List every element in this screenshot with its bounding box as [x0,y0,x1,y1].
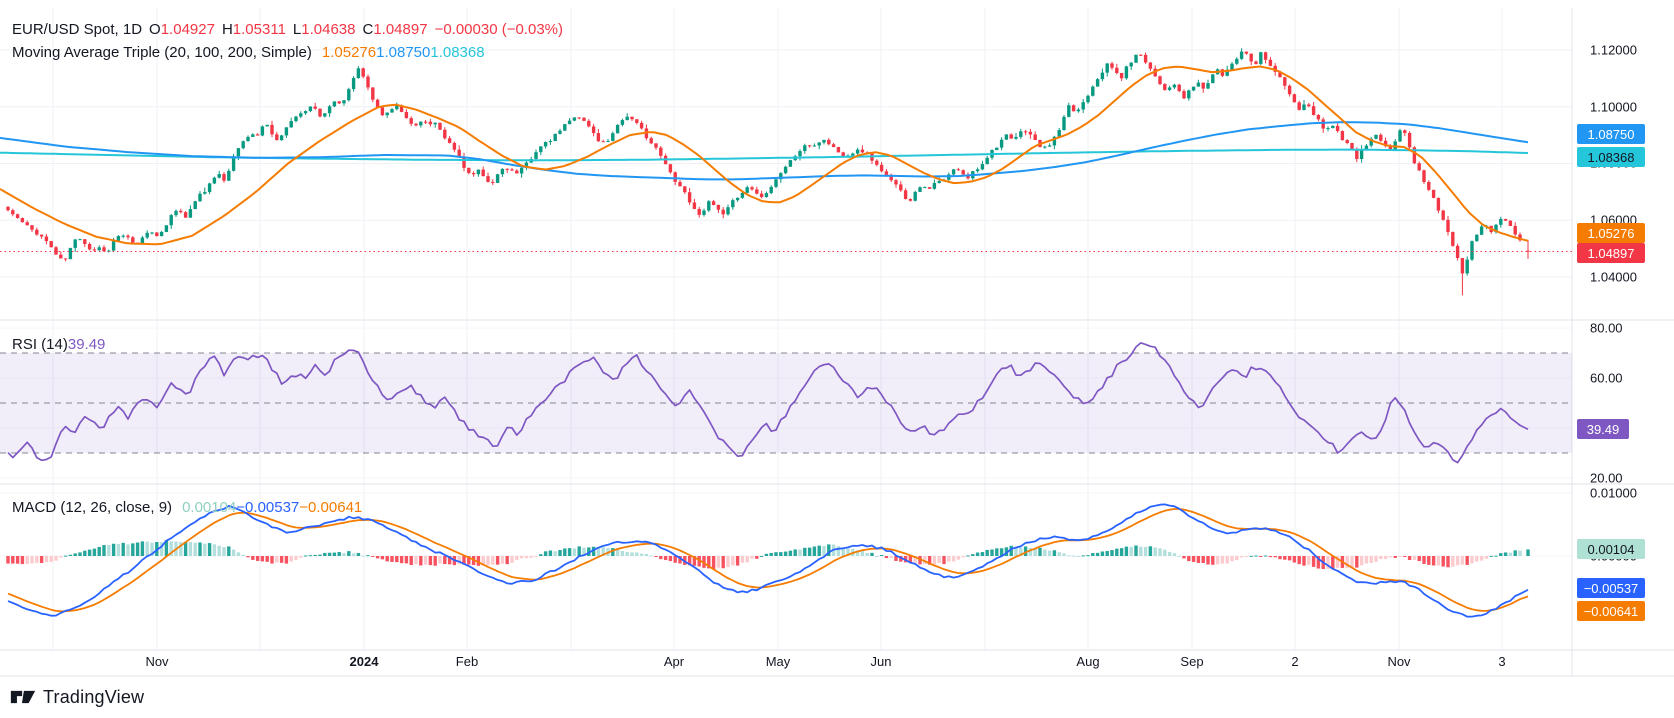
macd-badge: −0.00641 [1577,601,1645,621]
tradingview-logo-text: TradingView [43,686,145,707]
chart-canvas[interactable] [0,0,1674,718]
low-label: L1.04638 [292,21,356,38]
symbol-legend-row: EUR/USD Spot, 1D O1.04927 H1.05311 L1.04… [12,21,563,38]
close-label: C1.04897 [362,21,428,38]
macd-legend-row[interactable]: MACD (12, 26, close, 9) 0.00104 −0.00537… [12,499,362,516]
tradingview-chart-window: EUR/USD Spot, 1D O1.04927 H1.05311 L1.04… [0,0,1674,718]
price-tick: 1.12000 [1590,42,1637,58]
macd-line-value: −0.00537 [236,499,300,516]
time-axis-label: 2 [1291,654,1299,669]
macd-tick: 0.01000 [1590,485,1637,501]
low-value: 1.04638 [301,21,356,38]
tradingview-logo-icon [10,690,36,704]
sma100-value: 1.08750 [376,44,431,61]
rsi-tick: 60.00 [1590,370,1623,386]
time-axis-label: May [765,654,791,669]
time-axis-label: Sep [1180,654,1204,669]
price-badge: 1.08368 [1577,147,1645,167]
macd-signal-value: −0.00641 [299,499,363,516]
macd-hist-value: 0.00104 [182,499,237,516]
macd-badge: 0.00104 [1577,539,1645,559]
price-badge: 1.05276 [1577,223,1645,243]
time-axis-label: Nov [145,654,169,669]
time-axis-label: Feb [455,654,479,669]
price-badge: 1.04897 [1577,243,1645,263]
time-axis-label: 2024 [349,654,379,669]
sma20-value: 1.05276 [321,44,377,61]
rsi-badge: 39.49 [1577,419,1629,439]
rsi-tick: 20.00 [1590,470,1623,486]
time-axis-label: Jun [870,654,892,669]
sma20-line [0,65,1529,246]
macd-indicator-label: MACD (12, 26, close, 9) [12,499,173,516]
macd-badge: −0.00537 [1577,578,1645,598]
ma-indicator-label: Moving Average Triple (20, 100, 200, Sim… [12,44,312,61]
rsi-value: 39.49 [67,336,106,353]
time-axis-label: 3 [1498,654,1506,669]
price-tick: 1.04000 [1590,269,1637,285]
change-value: −0.00030 (−0.03%) [434,21,563,38]
rsi-legend-row[interactable]: RSI (14) 39.49 [12,336,105,353]
time-axis-label: Aug [1076,654,1100,669]
price-badge: 1.08750 [1577,124,1645,144]
tradingview-logo-link[interactable]: TradingView [10,686,144,708]
price-tick: 1.10000 [1590,99,1637,115]
open-value: 1.04927 [160,21,215,38]
macd-scale[interactable] [1572,484,1674,650]
high-value: 1.05311 [232,21,286,38]
time-axis-label: Nov [1387,654,1411,669]
high-label: H1.05311 [221,21,286,38]
rsi-tick: 80.00 [1590,320,1623,336]
rsi-scale[interactable] [1572,320,1674,484]
rsi-indicator-label: RSI (14) [12,336,68,353]
open-label: O1.04927 [149,21,215,38]
time-axis-label: Apr [663,654,685,669]
symbol-title[interactable]: EUR/USD Spot, 1D [12,21,142,38]
ma-legend-row[interactable]: Moving Average Triple (20, 100, 200, Sim… [12,44,485,61]
sma200-line [0,148,1529,162]
close-value: 1.04897 [373,21,428,38]
sma200-value: 1.08368 [430,44,485,61]
